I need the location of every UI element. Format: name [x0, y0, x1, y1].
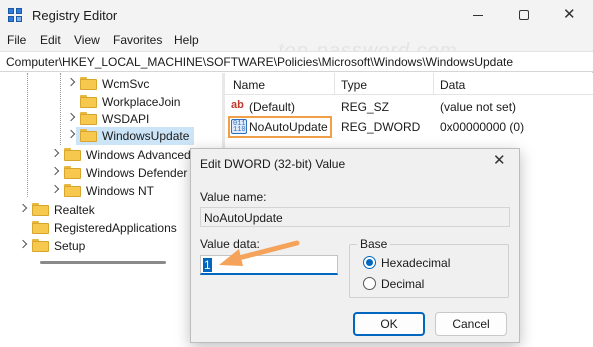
- dialog-title: Edit DWORD (32-bit) Value: [200, 157, 346, 171]
- window-title: Registry Editor: [32, 8, 118, 23]
- list-row-noautoupdate[interactable]: 011 110 NoAutoUpdate REG_DWORD 0x00000000…: [225, 116, 593, 138]
- close-button[interactable]: ✕: [547, 0, 593, 31]
- tree-item-label: WindowsUpdate: [102, 129, 190, 143]
- column-header-name[interactable]: Name: [233, 78, 265, 92]
- tree-item-label: Windows Defender: [86, 166, 188, 180]
- decimal-label[interactable]: Decimal: [381, 277, 424, 291]
- screenshot: Registry Editor ✕ File Edit View Favorit…: [0, 0, 593, 347]
- binary-value-icon: 011 110: [231, 119, 247, 134]
- value-name-field: NoAutoUpdate: [200, 207, 510, 227]
- tree-item-windowsupdate[interactable]: WindowsUpdate: [0, 127, 222, 145]
- chevron-right-icon[interactable]: [51, 149, 61, 159]
- chevron-right-icon[interactable]: [67, 113, 77, 123]
- folder-icon: [32, 203, 49, 216]
- tree-item-label: Windows NT: [86, 184, 155, 198]
- tree-item-windows-defender[interactable]: Windows Defender: [0, 164, 222, 182]
- tree-item-workplacejoin[interactable]: WorkplaceJoin: [0, 93, 222, 111]
- close-icon[interactable]: ✕: [493, 153, 506, 168]
- base-group-label: Base: [357, 237, 391, 251]
- value-name-label: Value name:: [200, 190, 267, 204]
- tree-item-label: RegisteredApplications: [54, 221, 177, 235]
- tree-item-wcmsvc[interactable]: WcmSvc: [0, 75, 222, 93]
- chevron-right-icon[interactable]: [19, 204, 29, 214]
- base-group: [349, 244, 509, 298]
- folder-icon: [80, 112, 97, 125]
- menu-view[interactable]: View: [74, 33, 100, 47]
- chevron-right-icon[interactable]: [51, 167, 61, 177]
- value-type: REG_SZ: [341, 100, 390, 114]
- folder-icon: [32, 239, 49, 252]
- tree-item-wsdapi[interactable]: WSDAPI: [0, 110, 222, 128]
- minimize-button[interactable]: [455, 0, 501, 31]
- value-name-text: NoAutoUpdate: [204, 211, 283, 225]
- arrow-annotation-icon: [219, 240, 300, 266]
- address-bar[interactable]: Computer\HKEY_LOCAL_MACHINE\SOFTWARE\Pol…: [0, 51, 593, 72]
- tree-item-realtek[interactable]: Realtek: [0, 201, 222, 219]
- value-data: (value not set): [440, 100, 517, 114]
- cancel-button[interactable]: Cancel: [435, 312, 507, 336]
- key-tree: WcmSvc WorkplaceJoin WSDAPI WindowsUpdat…: [0, 73, 222, 270]
- folder-icon: [64, 166, 81, 179]
- folder-icon: [80, 129, 97, 142]
- address-path[interactable]: Computer\HKEY_LOCAL_MACHINE\SOFTWARE\Pol…: [6, 55, 513, 69]
- minimize-icon: [473, 15, 483, 16]
- chevron-right-icon[interactable]: [67, 78, 77, 88]
- value-name: NoAutoUpdate: [249, 120, 328, 134]
- tree-horizontal-scrollbar[interactable]: [40, 261, 166, 264]
- list-header: Name Type Data: [225, 73, 593, 95]
- tree-item-windows-nt[interactable]: Windows NT: [0, 182, 222, 200]
- tree-item-label: Setup: [54, 239, 86, 253]
- tree-item-label: WSDAPI: [102, 112, 150, 126]
- folder-icon: [64, 148, 81, 161]
- tree-item-setup[interactable]: Setup: [0, 237, 222, 255]
- hexadecimal-radio[interactable]: [363, 256, 376, 269]
- value-name: (Default): [249, 100, 296, 114]
- menu-edit[interactable]: Edit: [40, 33, 61, 47]
- chevron-right-icon[interactable]: [51, 185, 61, 195]
- menu-file[interactable]: File: [7, 33, 26, 47]
- tree-item-windows-advanced[interactable]: Windows Advanced: [0, 146, 222, 164]
- folder-icon: [80, 77, 97, 90]
- list-row-default[interactable]: ab (Default) REG_SZ (value not set): [225, 97, 593, 117]
- close-icon: ✕: [563, 6, 576, 23]
- tree-item-label: WorkplaceJoin: [102, 95, 181, 109]
- string-value-icon: ab: [231, 99, 244, 111]
- registry-editor-icon: [8, 8, 24, 24]
- decimal-radio[interactable]: [363, 277, 376, 290]
- value-type: REG_DWORD: [341, 120, 421, 134]
- menu-help[interactable]: Help: [174, 33, 199, 47]
- column-divider[interactable]: [433, 73, 434, 95]
- hexadecimal-label[interactable]: Hexadecimal: [381, 256, 450, 270]
- ok-button[interactable]: OK: [353, 312, 425, 336]
- maximize-icon: [519, 10, 529, 20]
- folder-icon: [32, 221, 49, 234]
- title-bar: Registry Editor ✕: [0, 0, 593, 31]
- folder-icon: [80, 95, 97, 108]
- chevron-right-icon[interactable]: [19, 240, 29, 250]
- tree-item-label: Realtek: [54, 203, 95, 217]
- value-data: 0x00000000 (0): [440, 120, 525, 134]
- tree-item-label: Windows Advanced: [86, 148, 191, 162]
- column-header-type[interactable]: Type: [341, 78, 367, 92]
- tree-item-registeredapplications[interactable]: RegisteredApplications: [0, 219, 222, 237]
- chevron-right-icon[interactable]: [67, 130, 77, 140]
- tree-item-label: WcmSvc: [102, 77, 150, 91]
- column-header-data[interactable]: Data: [440, 78, 465, 92]
- folder-icon: [64, 184, 81, 197]
- column-divider[interactable]: [334, 73, 335, 95]
- maximize-button[interactable]: [501, 0, 547, 31]
- menu-favorites[interactable]: Favorites: [113, 33, 162, 47]
